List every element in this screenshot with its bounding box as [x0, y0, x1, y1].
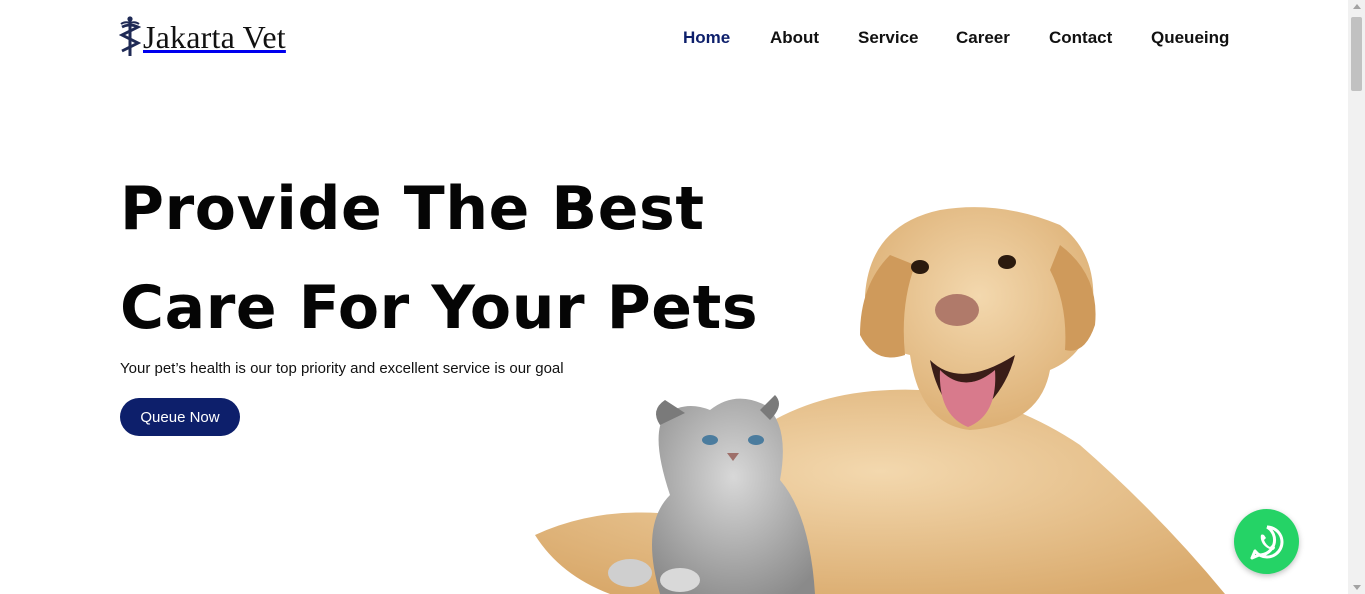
nav-home[interactable]: Home: [683, 26, 730, 50]
nav-queueing[interactable]: Queueing: [1151, 26, 1229, 50]
nav-service[interactable]: Service: [858, 26, 919, 50]
whatsapp-icon: [1250, 525, 1283, 559]
queue-now-button[interactable]: Queue Now: [120, 398, 240, 436]
hero-subtitle: Your pet’s health is our top priority an…: [120, 360, 564, 377]
nav-career[interactable]: Career: [956, 26, 1010, 50]
scroll-thumb[interactable]: [1351, 17, 1362, 91]
main-nav: Home About Service Career Contact Queuei…: [0, 26, 1229, 52]
nav-contact[interactable]: Contact: [1049, 26, 1112, 50]
scroll-down-arrow-icon[interactable]: [1353, 585, 1361, 590]
whatsapp-chat-button[interactable]: [1234, 509, 1299, 574]
page-scrollbar[interactable]: [1348, 0, 1365, 594]
dog-and-kitten-image: [535, 207, 1225, 594]
nav-about[interactable]: About: [770, 26, 819, 50]
scroll-up-arrow-icon[interactable]: [1353, 4, 1361, 9]
